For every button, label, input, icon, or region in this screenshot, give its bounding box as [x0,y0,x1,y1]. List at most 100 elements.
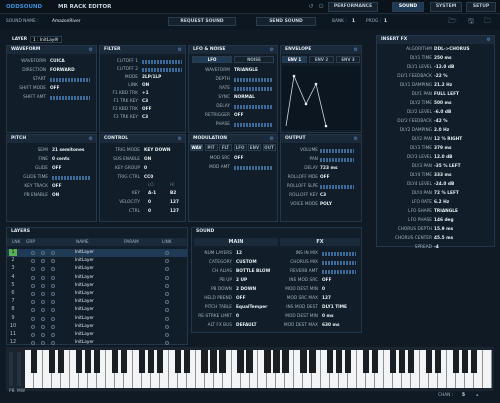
chevron-up-icon[interactable]: ▴ [476,392,479,398]
save-icon[interactable]: 🖫 [468,17,474,28]
layer-group-toggle[interactable] [41,333,45,337]
output-param-slider[interactable] [320,148,354,153]
insert-param-value[interactable]: 146 deg [434,218,454,223]
range-lo[interactable]: 0 [148,200,151,205]
sound-main-param-value[interactable]: 0 [236,314,239,319]
sound-main-param-value[interactable]: EqualTemper [236,305,267,310]
insert-param-value[interactable]: 15.9 ms [434,227,453,232]
black-key[interactable] [93,350,100,373]
filter-param-value[interactable]: C3 [142,115,148,120]
control-param-value[interactable]: KEY DOWN [144,148,170,153]
layer-group-toggle[interactable] [41,292,45,296]
chevron-down-icon[interactable]: ▾ [55,36,58,42]
insert-param-value[interactable]: -4 [434,245,439,250]
waveform-param-value[interactable]: FORWARD [50,68,75,73]
black-key[interactable] [372,350,379,373]
envelope-graph[interactable] [282,66,360,130]
black-key[interactable] [210,350,217,373]
control-param-value[interactable]: ON [144,157,151,162]
layer-number[interactable]: 1 [9,249,17,256]
layer-group-toggle[interactable] [41,324,45,329]
mod-param-slider[interactable] [234,165,272,170]
sound-main-param-value[interactable]: 2 DOWN [236,287,256,292]
layer-mute-toggle[interactable] [51,251,55,255]
black-key[interactable] [363,350,370,373]
pitch-param-slider[interactable] [52,175,90,180]
black-key[interactable] [452,350,460,373]
layer-mute-toggle[interactable] [51,292,55,296]
mod-tab-pit[interactable]: PIT [204,144,218,151]
layer-param-link[interactable] [165,333,169,337]
pitch-param-value[interactable]: 21 semitones [52,148,84,153]
layer-link-toggle[interactable] [31,333,35,337]
black-key[interactable] [237,350,244,373]
waveform-param-slider[interactable] [50,77,90,82]
black-key[interactable] [111,350,118,373]
layer-number[interactable]: 5 [9,282,17,289]
range-hi[interactable]: 127 [170,200,179,205]
black-key[interactable] [282,350,289,373]
mod-tab-out[interactable]: OUT [262,144,276,151]
insert-param-value[interactable]: 12.0 dB [434,155,452,160]
layer-mute-toggle[interactable] [51,316,55,321]
insert-param-value[interactable]: 21.2 Hz [434,83,452,88]
insert-param-value[interactable]: 72 % LEFT [434,191,459,196]
layer-number[interactable]: 4 [9,274,17,281]
folder-open-icon[interactable]: 🗁 [448,17,457,28]
black-key[interactable] [300,350,307,373]
power-icon[interactable]: ⏻ [317,3,325,11]
tab-env3[interactable]: ENV 3 [336,56,360,63]
filter-param-slider[interactable] [142,67,182,72]
insert-param-value[interactable]: 6.2 Hz [434,200,449,205]
black-key[interactable] [30,350,38,373]
black-key[interactable] [425,350,433,373]
layer-number[interactable]: 9 [9,315,17,322]
black-key[interactable] [470,350,478,373]
black-key[interactable] [183,350,190,373]
layer-number[interactable]: 12 [9,339,17,346]
lfo-param-value[interactable]: TRIANGLE [234,68,258,73]
layer-group-toggle[interactable] [41,316,45,321]
layer-param-link[interactable] [165,283,169,288]
insert-param-value[interactable]: -6.0 dB [434,110,451,115]
range-hi[interactable]: 127 [170,209,179,214]
modwheel[interactable] [17,352,21,386]
col-param[interactable]: PARAM [124,240,139,245]
layer-link-toggle[interactable] [31,324,35,329]
insert-param-value[interactable]: 45.5 ms [434,236,453,241]
black-key[interactable] [138,350,145,373]
tab-setup[interactable]: SETUP [466,2,496,12]
sound-main-param-value[interactable]: BOTTLE BLOW [236,269,270,274]
lfo-param-value[interactable]: OFF [234,113,244,118]
black-key[interactable] [48,350,56,373]
bank-value[interactable]: 1 [352,19,355,24]
layer-param-link[interactable] [165,324,169,329]
layer-link-toggle[interactable] [31,292,35,296]
insert-param-value[interactable]: -22 % [434,74,448,79]
waveform-param-slider[interactable] [50,95,90,100]
pitchbend-wheel[interactable] [9,352,13,386]
tab-lfo[interactable]: LFO [192,56,232,63]
tab-performance[interactable]: PERFORMANCE [328,2,378,12]
insert-param-value[interactable]: 500 ms [434,101,452,106]
black-key[interactable] [246,350,253,373]
layer-number[interactable]: 6 [9,290,17,297]
black-key[interactable] [147,350,154,373]
tab-env1[interactable]: ENV 1 [282,56,307,63]
insert-param-value[interactable]: 250 ms [434,56,452,61]
waveform-param-value[interactable]: CUICA [50,59,65,64]
tab-env2[interactable]: ENV 2 [309,56,334,63]
chan-value[interactable]: 5 [462,393,465,398]
output-param-slider[interactable] [320,157,354,162]
layer-group-toggle[interactable] [41,283,45,288]
prog-value[interactable]: 1 [384,19,387,24]
layer-param-link[interactable] [165,316,169,321]
black-key[interactable] [273,350,280,373]
layer-link-toggle[interactable] [31,251,35,255]
filter-param-value[interactable]: C3 [142,99,148,104]
range-lo[interactable]: 0 [148,209,151,214]
tab-sound[interactable]: SOUND [392,2,424,12]
black-key[interactable] [219,350,226,373]
sound-fx-param-value[interactable]: 0 ms [322,314,334,319]
black-key[interactable] [120,350,127,373]
